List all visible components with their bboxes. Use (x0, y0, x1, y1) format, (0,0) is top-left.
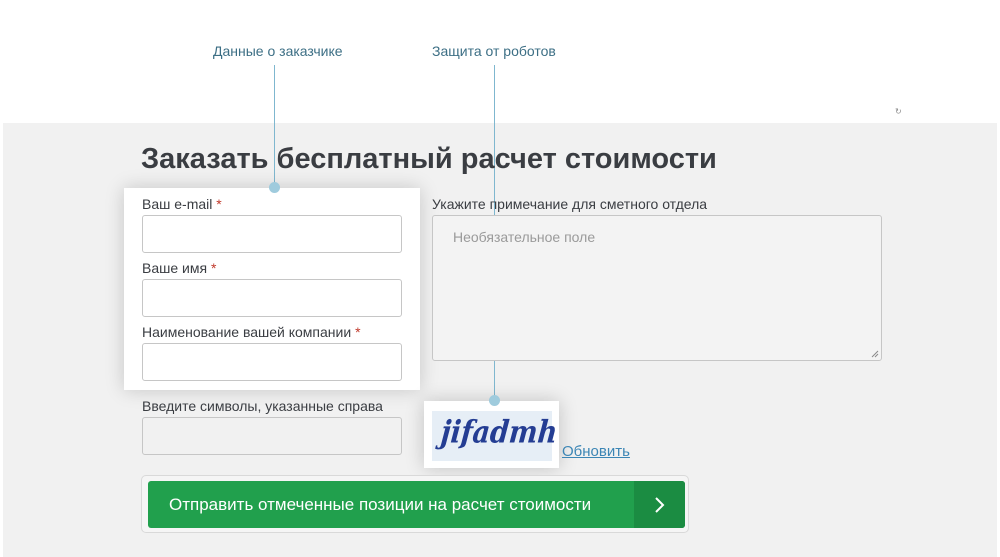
page-title: Заказать бесплатный расчет стоимости (141, 143, 717, 175)
note-placeholder: Необязательное поле (453, 229, 596, 245)
resize-grip-icon[interactable] (871, 350, 879, 358)
captcha-image-text: jifadmh (439, 414, 559, 451)
captcha-label: Введите символы, указанные справа (142, 398, 383, 414)
name-field[interactable] (142, 279, 402, 317)
captcha-card: jifadmh (424, 401, 559, 468)
submit-button-wrapper: Отправить отмеченные позиции на расчет с… (141, 475, 689, 533)
email-label: Ваш e-mail * (142, 196, 222, 212)
chevron-right-icon (655, 497, 665, 513)
callout-customer-dot (269, 182, 280, 193)
callout-bot-dot (489, 395, 500, 406)
captcha-refresh-link[interactable]: Обновить (562, 443, 630, 460)
company-field[interactable] (142, 343, 402, 381)
order-estimate-page: ↻ Данные о заказчике Защита от роботов З… (0, 0, 1000, 557)
company-label: Наименование вашей компании * (142, 324, 361, 340)
submit-button-label: Отправить отмеченные позиции на расчет с… (169, 495, 592, 514)
submit-button[interactable]: Отправить отмеченные позиции на расчет с… (148, 481, 685, 528)
small-reload-icon: ↻ (895, 107, 902, 116)
note-label: Укажите примечание для сметного отдела (432, 196, 708, 212)
submit-arrow-zone[interactable] (634, 481, 685, 528)
callout-bot-protection: Защита от роботов (432, 43, 556, 59)
name-label: Ваше имя * (142, 260, 217, 276)
captcha-image: jifadmh (432, 411, 559, 461)
note-textarea[interactable]: Необязательное поле (432, 215, 882, 361)
email-field[interactable] (142, 215, 402, 253)
captcha-input[interactable] (142, 417, 402, 455)
callout-customer-data: Данные о заказчике (213, 43, 343, 59)
